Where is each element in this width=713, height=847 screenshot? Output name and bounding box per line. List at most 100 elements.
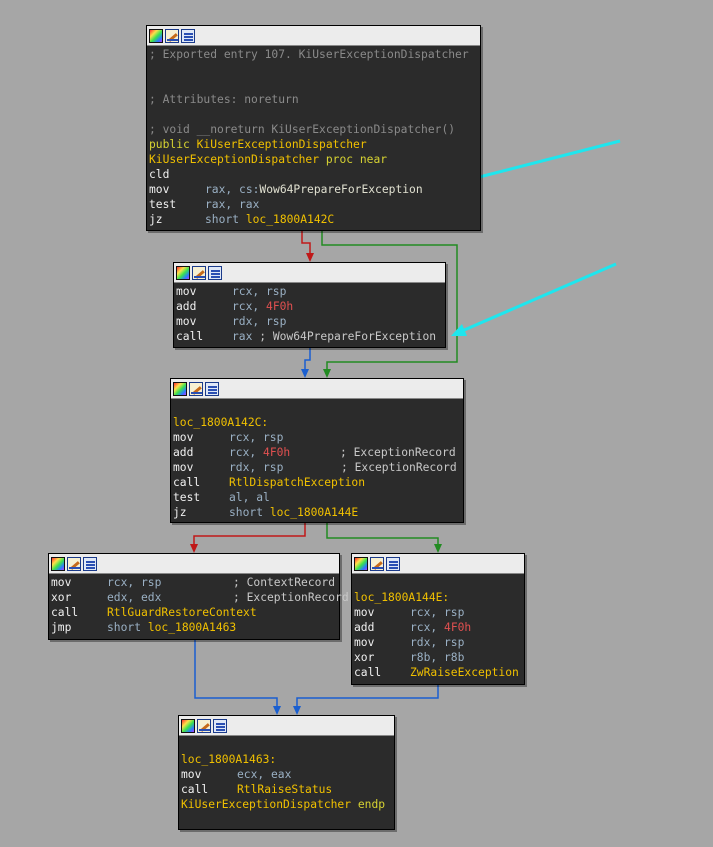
- group-nodes-icon[interactable]: [208, 265, 222, 280]
- operand: edx, edx: [107, 591, 162, 604]
- function-name[interactable]: KiUserExceptionDispatcher: [197, 138, 367, 151]
- code-line: mov rcx, rsp: [173, 430, 463, 445]
- node-header: [171, 379, 463, 399]
- keyword: public: [149, 138, 197, 151]
- operand: rcx, rsp: [410, 606, 465, 619]
- code-listing: loc_1800A1463: mov ecx, eax call RtlRaiseS…: [179, 736, 394, 812]
- label-definition[interactable]: loc_1800A1463:: [181, 752, 394, 767]
- operand: rax, rax: [205, 198, 260, 211]
- rename-icon[interactable]: [67, 556, 81, 571]
- color-palette-icon[interactable]: [51, 556, 65, 571]
- label-ref[interactable]: loc_1800A142C: [246, 213, 334, 226]
- rename-icon[interactable]: [370, 556, 384, 571]
- mnemonic: mov: [354, 606, 375, 619]
- rename-icon[interactable]: [189, 381, 203, 396]
- mnemonic: xor: [51, 591, 72, 604]
- color-palette-icon[interactable]: [176, 265, 190, 280]
- group-nodes-icon[interactable]: [83, 556, 97, 571]
- mnemonic: call: [173, 476, 201, 489]
- immediate: 4F0h: [266, 300, 294, 313]
- label-definition[interactable]: loc_1800A144E:: [354, 590, 524, 605]
- function-name[interactable]: KiUserExceptionDispatcher: [181, 798, 351, 811]
- code-line: xor edx, edx ; ExceptionRecord: [51, 590, 349, 605]
- edge-dispatch-to-raise: [326, 523, 439, 547]
- code-line: add rcx, 4F0h ; ExceptionRecord: [173, 445, 463, 460]
- node-header: [147, 26, 480, 46]
- mnemonic: test: [173, 491, 201, 504]
- mnemonic: xor: [354, 651, 375, 664]
- code-line: jmp short loc_1800A1463: [51, 620, 339, 635]
- comment-line: ; void __noreturn KiUserExceptionDispatc…: [149, 123, 456, 136]
- mnemonic: test: [149, 198, 177, 211]
- label-ref[interactable]: loc_1800A144E: [270, 506, 358, 519]
- mnemonic: mov: [173, 431, 194, 444]
- code-line: mov rcx, rsp: [176, 284, 445, 299]
- function-ref[interactable]: ZwRaiseException: [410, 666, 519, 679]
- rename-icon[interactable]: [197, 718, 211, 733]
- code-line: call ZwRaiseException: [354, 665, 524, 680]
- mnemonic: mov: [176, 315, 197, 328]
- node-header: [179, 716, 394, 736]
- node-dispatch[interactable]: loc_1800A142C: mov rcx, rsp add rcx, 4F0h;…: [170, 378, 464, 523]
- comment-line: ; Exported entry 107. KiUserExceptionDis…: [149, 48, 469, 61]
- code-line: mov rcx, rsp ; ContextRecord: [51, 575, 339, 590]
- function-ref[interactable]: RtlRaiseStatus: [237, 783, 332, 796]
- operand: rcx,: [232, 300, 267, 313]
- code-line: call RtlDispatchException: [173, 475, 463, 490]
- operand: cs:: [239, 183, 260, 196]
- code-line: KiUserExceptionDispatcher proc near: [149, 152, 480, 167]
- operand: rcx, rsp: [107, 576, 162, 589]
- operand: rax,: [205, 183, 240, 196]
- code-line: add rcx, 4F0h: [176, 299, 445, 314]
- node-wow64-call[interactable]: mov rcx, rsp add rcx, 4F0h mov rdx, rsp cal…: [173, 262, 446, 348]
- inline-comment: ; Wow64PrepareForException: [259, 330, 437, 343]
- code-line: mov rdx, rsp ; ExceptionRecord: [173, 460, 463, 475]
- function-name[interactable]: KiUserExceptionDispatcher: [149, 153, 319, 166]
- code-line: mov rdx, rsp: [354, 635, 524, 650]
- operand: rcx,: [229, 446, 264, 459]
- group-nodes-icon[interactable]: [213, 718, 227, 733]
- mnemonic: call: [176, 330, 204, 343]
- mnemonic: mov: [181, 768, 202, 781]
- code-line: call RtlRaiseStatus: [181, 782, 394, 797]
- color-palette-icon[interactable]: [149, 28, 163, 43]
- group-nodes-icon[interactable]: [181, 28, 195, 43]
- mnemonic: cld: [149, 168, 170, 181]
- operand: short: [107, 621, 148, 634]
- function-ref[interactable]: RtlGuardRestoreContext: [107, 606, 257, 619]
- label-ref[interactable]: loc_1800A1463: [148, 621, 236, 634]
- label-definition[interactable]: loc_1800A142C:: [173, 415, 463, 430]
- node-raise-status[interactable]: loc_1800A1463: mov ecx, eax call RtlRaiseS…: [178, 715, 395, 830]
- node-raise-exception[interactable]: loc_1800A144E: mov rcx, rsp add rcx, 4F0h …: [351, 553, 525, 685]
- mnemonic: call: [181, 783, 209, 796]
- code-listing: ; Exported entry 107. KiUserExceptionDis…: [147, 46, 480, 227]
- node-entry[interactable]: ; Exported entry 107. KiUserExceptionDis…: [146, 25, 481, 231]
- color-palette-icon[interactable]: [173, 381, 187, 396]
- group-nodes-icon[interactable]: [386, 556, 400, 571]
- operand: short: [229, 506, 270, 519]
- color-palette-icon[interactable]: [354, 556, 368, 571]
- function-ref[interactable]: RtlDispatchException: [229, 476, 365, 489]
- mnemonic: mov: [354, 636, 375, 649]
- rename-icon[interactable]: [165, 28, 179, 43]
- code-line: test al, al: [173, 490, 463, 505]
- node-restore-context[interactable]: mov rcx, rsp ; ContextRecord xor edx, edx ; …: [48, 553, 349, 640]
- inline-comment: ; ContextRecord: [233, 576, 336, 589]
- mnemonic: mov: [149, 183, 170, 196]
- rename-icon[interactable]: [192, 265, 206, 280]
- operand: ecx, eax: [237, 768, 292, 781]
- code-line: KiUserExceptionDispatcher endp: [181, 797, 394, 812]
- color-palette-icon[interactable]: [181, 718, 195, 733]
- operand: rdx, rsp: [232, 315, 287, 328]
- symbol-ref[interactable]: Wow64PrepareForException: [259, 183, 422, 196]
- edge-raise-to-final: [296, 685, 439, 709]
- immediate: 4F0h: [444, 621, 472, 634]
- group-nodes-icon[interactable]: [205, 381, 219, 396]
- inline-comment: ; ExceptionRecord: [341, 461, 457, 474]
- mnemonic: jz: [173, 506, 187, 519]
- code-line: public KiUserExceptionDispatcher: [149, 137, 480, 152]
